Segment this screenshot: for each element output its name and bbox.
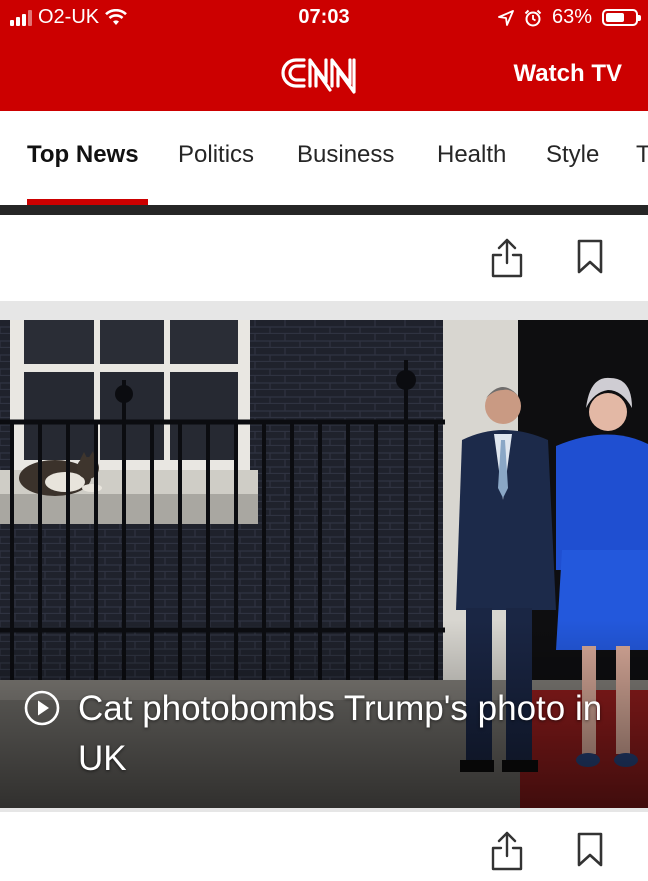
tab-health[interactable]: Health: [437, 141, 506, 169]
bookmark-icon[interactable]: [576, 239, 604, 275]
watch-tv-button[interactable]: Watch TV: [514, 60, 622, 88]
story-caption[interactable]: Cat photobombs Trump's photo in UK: [24, 684, 624, 784]
status-bar: O2-UK 07:03 63%: [0, 0, 648, 36]
play-icon[interactable]: [24, 690, 60, 726]
battery-level: [606, 13, 624, 22]
tab-style[interactable]: Style: [546, 141, 599, 169]
article-actions-bottom: [0, 812, 648, 881]
app-header: Watch TV: [0, 36, 648, 111]
article-actions-top: [0, 215, 648, 301]
share-icon[interactable]: [490, 237, 524, 279]
card-separator: [0, 301, 648, 320]
alarm-icon: [524, 9, 542, 26]
nav-divider: [0, 205, 648, 215]
tab-business[interactable]: Business: [297, 141, 394, 169]
battery-percent: 63%: [551, 6, 592, 28]
section-tabs: Top News Politics Business Health Style …: [0, 111, 648, 205]
tab-top-news[interactable]: Top News: [27, 141, 139, 169]
bookmark-icon[interactable]: [576, 832, 604, 868]
status-bar-right: 63%: [498, 6, 641, 29]
tab-politics[interactable]: Politics: [178, 141, 254, 169]
share-icon[interactable]: [490, 830, 524, 872]
story-headline[interactable]: Cat photobombs Trump's photo in UK: [78, 684, 624, 784]
tab-next-partial[interactable]: T: [636, 141, 648, 169]
battery-icon: [602, 9, 641, 26]
location-icon: [498, 9, 514, 26]
cnn-logo[interactable]: [280, 50, 370, 96]
